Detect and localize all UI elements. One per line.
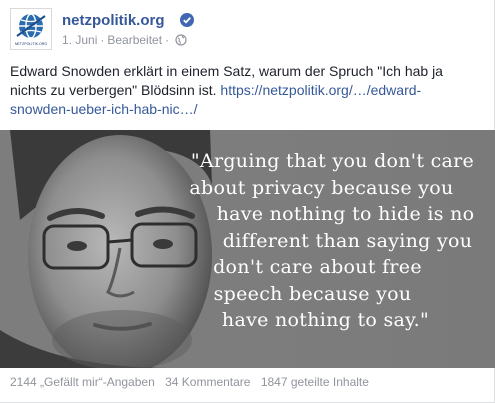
netzpolitik-logo-icon: NETZPOLITIK.ORG <box>14 13 48 46</box>
verified-badge-icon <box>180 13 194 32</box>
page-avatar[interactable]: NETZPOLITIK.ORG <box>10 8 52 50</box>
quote-line: have nothing to say." <box>221 309 430 331</box>
facebook-post: NETZPOLITIK.ORG netzpolitik.org 1. Juni ·… <box>0 0 495 403</box>
quote-line: about privacy because you <box>189 176 454 199</box>
post-stats: 2144 „Gefällt mir“-Angaben 34 Kommentare… <box>10 375 376 389</box>
post-header: NETZPOLITIK.ORG netzpolitik.org 1. Juni ·… <box>10 8 484 54</box>
quote-line: "Arguing that you don't care <box>190 150 475 172</box>
quote-line: different than saying you <box>222 229 473 252</box>
quote-line: don't care about free <box>213 256 422 278</box>
post-text: Edward Snowden erklärt in einem Satz, wa… <box>10 62 480 119</box>
post-date[interactable]: 1. Juni <box>62 33 97 47</box>
comments-count[interactable]: 34 Kommentare <box>165 375 250 389</box>
meta-separator: · <box>100 33 105 47</box>
globe-icon[interactable] <box>175 34 187 49</box>
page-name-link[interactable]: netzpolitik.org <box>62 12 165 29</box>
likes-count[interactable]: 2144 „Gefällt mir“-Angaben <box>10 375 155 389</box>
quote-line: speech because you <box>213 282 412 305</box>
avatar-caption: NETZPOLITIK.ORG <box>15 42 48 46</box>
quote-line: have nothing to hide is no <box>216 203 475 225</box>
quote-text: "Arguing that you don't care about priva… <box>180 148 485 334</box>
post-meta: 1. Juni · Bearbeitet · <box>62 33 187 49</box>
shares-count[interactable]: 1847 geteilte Inhalte <box>261 375 369 389</box>
edited-label[interactable]: Bearbeitet <box>107 33 162 47</box>
meta-separator: · <box>165 33 170 47</box>
post-image[interactable]: "Arguing that you don't care about priva… <box>0 130 495 368</box>
